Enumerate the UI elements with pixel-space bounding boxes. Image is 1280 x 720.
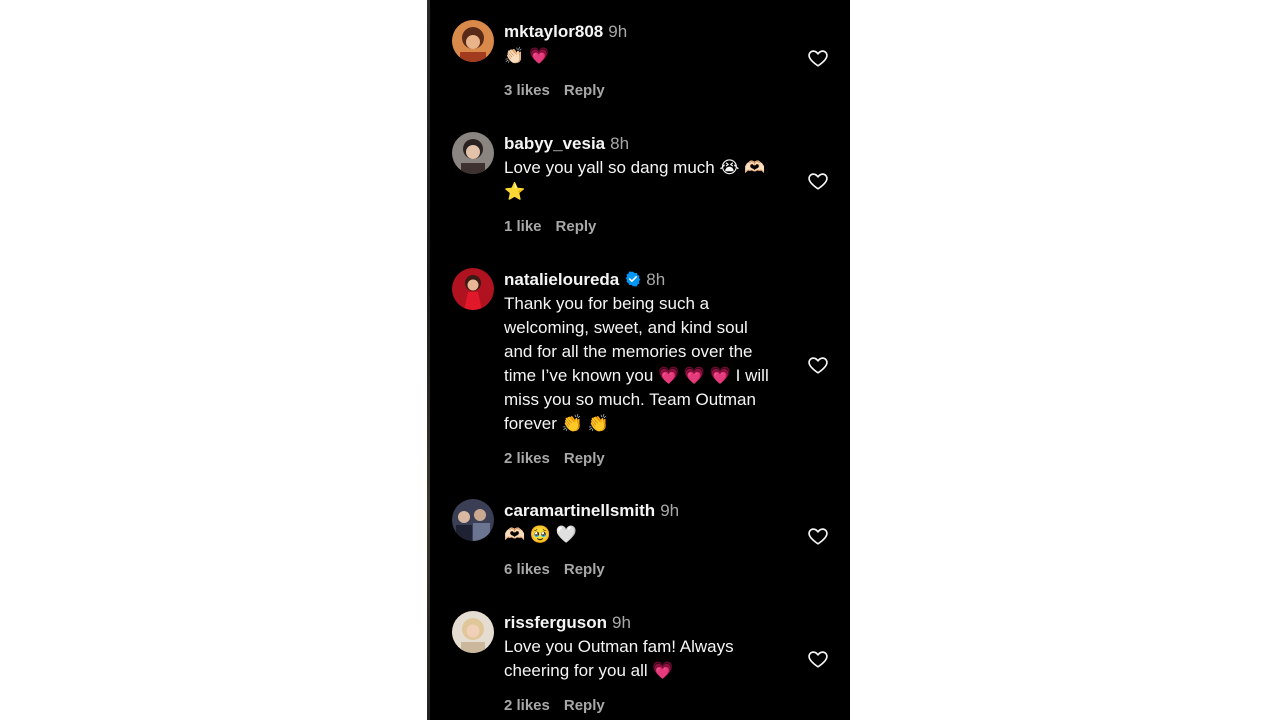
comment-time: 8h: [646, 270, 666, 289]
comments-panel: mktaylor808 9h 👏🏻 💗 3 likes Reply babyy_ve…: [430, 0, 850, 720]
avatar[interactable]: [452, 268, 494, 310]
comment-text: 👏🏻 💗: [504, 46, 549, 65]
reply-button[interactable]: Reply: [564, 561, 605, 578]
reply-button[interactable]: Reply: [564, 697, 605, 714]
comment-username[interactable]: rissferguson: [504, 613, 607, 632]
reply-button[interactable]: Reply: [564, 82, 605, 99]
comment-time: 8h: [610, 134, 630, 153]
comment-likes[interactable]: 1 like: [504, 218, 542, 235]
comment-time: 9h: [611, 613, 631, 632]
comment-username[interactable]: caramartinellsmith: [504, 501, 655, 520]
avatar[interactable]: [452, 132, 494, 174]
comment-likes[interactable]: 2 likes: [504, 697, 550, 714]
avatar[interactable]: [452, 20, 494, 62]
comment-text: Love you yall so dang much 😭 🫶🏻 ⭐: [504, 158, 766, 201]
verified-badge-icon: [626, 271, 641, 287]
heart-outline-icon[interactable]: [807, 354, 829, 376]
comment-text: Thank you for being such a welcoming, sw…: [504, 294, 769, 433]
comment-likes[interactable]: 6 likes: [504, 561, 550, 578]
reply-button[interactable]: Reply: [564, 450, 605, 467]
heart-outline-icon[interactable]: [807, 47, 829, 69]
comment-text: 🫶🏻 🥹 🤍: [504, 525, 577, 544]
comment-username[interactable]: mktaylor808: [504, 22, 603, 41]
heart-outline-icon[interactable]: [807, 170, 829, 192]
avatar[interactable]: [452, 499, 494, 541]
reply-button[interactable]: Reply: [556, 218, 597, 235]
comment-text: Love you Outman fam! Always cheering for…: [504, 637, 734, 680]
comment-time: 9h: [608, 22, 628, 41]
heart-outline-icon[interactable]: [807, 525, 829, 547]
comment-time: 9h: [660, 501, 680, 520]
comment-likes[interactable]: 2 likes: [504, 450, 550, 467]
comment-username[interactable]: babyy_vesia: [504, 134, 605, 153]
comment-likes[interactable]: 3 likes: [504, 82, 550, 99]
comment-username[interactable]: natalieloureda: [504, 270, 619, 289]
avatar[interactable]: [452, 611, 494, 653]
heart-outline-icon[interactable]: [807, 648, 829, 670]
